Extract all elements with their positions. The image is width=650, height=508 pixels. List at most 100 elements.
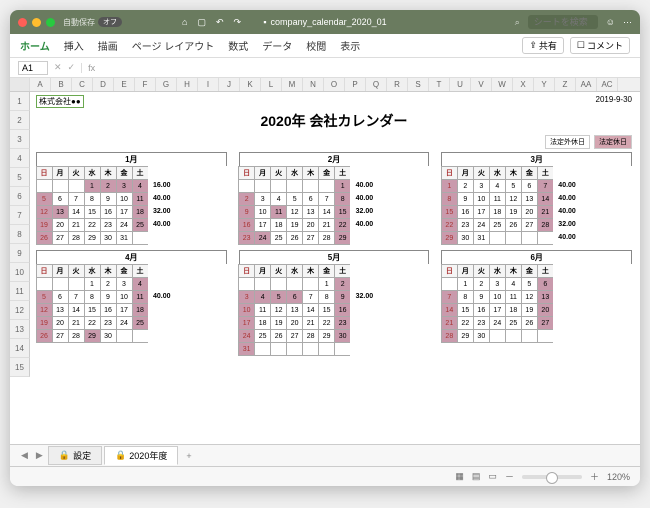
tab-draw[interactable]: 描画 (98, 38, 118, 53)
dow-cell: 火 (68, 264, 85, 278)
sheet-tab-2020[interactable]: 🔒2020年度 (104, 446, 178, 465)
user-icon[interactable]: ☺ (606, 17, 615, 27)
row-12[interactable]: 12 (10, 301, 30, 320)
col-V[interactable]: V (471, 78, 492, 91)
row-15[interactable]: 15 (10, 358, 30, 377)
col-G[interactable]: G (156, 78, 177, 91)
day-cell (441, 277, 458, 291)
tab-view[interactable]: 表示 (340, 38, 360, 53)
col-Z[interactable]: Z (555, 78, 576, 91)
row-4[interactable]: 4 (10, 149, 30, 168)
comment-button[interactable]: ☐コメント (570, 37, 630, 54)
tab-insert[interactable]: 挿入 (64, 38, 84, 53)
col-A[interactable]: A (30, 78, 51, 91)
row-10[interactable]: 10 (10, 263, 30, 282)
view-normal-icon[interactable]: ▦ (455, 471, 464, 482)
col-R[interactable]: R (387, 78, 408, 91)
day-cell: 27 (521, 218, 538, 232)
row-14[interactable]: 14 (10, 339, 30, 358)
view-layout-icon[interactable]: ▤ (472, 471, 481, 482)
day-cell: 11 (254, 303, 271, 317)
col-E[interactable]: E (114, 78, 135, 91)
cancel-icon[interactable]: ✕ (54, 62, 62, 73)
col-F[interactable]: F (135, 78, 156, 91)
tab-formulas[interactable]: 数式 (228, 38, 248, 53)
row-2[interactable]: 2 (10, 111, 30, 130)
row-9[interactable]: 9 (10, 244, 30, 263)
sheet-tab-settings[interactable]: 🔒設定 (48, 446, 102, 465)
undo-icon[interactable]: ↶ (216, 17, 224, 28)
day-cell: 15 (84, 205, 101, 219)
col-I[interactable]: I (198, 78, 219, 91)
search-input[interactable] (528, 15, 598, 29)
hours-cell (553, 316, 576, 330)
row-6[interactable]: 6 (10, 187, 30, 206)
col-U[interactable]: U (450, 78, 471, 91)
save-icon[interactable]: ▢ (197, 17, 206, 28)
col-S[interactable]: S (408, 78, 429, 91)
month-2月: 2月日月火水木金土140.00234567840.009101112131415… (239, 152, 430, 244)
add-sheet[interactable]: + (180, 449, 197, 463)
tab-home[interactable]: ホーム (20, 38, 50, 53)
row-13[interactable]: 13 (10, 320, 30, 339)
spreadsheet-grid[interactable]: 123456789101112131415 株式会社●● 2019-9-30 2… (10, 92, 640, 444)
col-P[interactable]: P (345, 78, 366, 91)
ribbon: ホーム 挿入 描画 ページ レイアウト 数式 データ 校閲 表示 ⇪共有 ☐コメ… (10, 34, 640, 58)
tab-review[interactable]: 校閲 (306, 38, 326, 53)
col-D[interactable]: D (93, 78, 114, 91)
col-AC[interactable]: AC (597, 78, 618, 91)
maximize-button[interactable] (46, 18, 55, 27)
day-cell: 13 (521, 192, 538, 206)
fx-label[interactable]: fx (81, 63, 632, 73)
day-cell: 5 (36, 290, 53, 304)
row-11[interactable]: 11 (10, 282, 30, 301)
view-break-icon[interactable]: ▭ (488, 471, 497, 482)
row-8[interactable]: 8 (10, 225, 30, 244)
zoom-out[interactable]: － (505, 470, 514, 483)
col-H[interactable]: H (177, 78, 198, 91)
tab-layout[interactable]: ページ レイアウト (132, 38, 215, 53)
hours-cell (148, 303, 171, 317)
confirm-icon[interactable]: ✓ (68, 62, 76, 73)
row-7[interactable]: 7 (10, 206, 30, 225)
next-sheet[interactable]: ▶ (33, 450, 46, 461)
col-Q[interactable]: Q (366, 78, 387, 91)
col-K[interactable]: K (240, 78, 261, 91)
day-cell: 18 (132, 205, 149, 219)
col-X[interactable]: X (513, 78, 534, 91)
col-T[interactable]: T (429, 78, 450, 91)
dow-cell: 火 (270, 166, 287, 180)
column-headers: ABCDEFGHIJKLMNOPQRSTUVWXYZAAAC (10, 78, 640, 92)
zoom-in[interactable]: ＋ (590, 470, 599, 483)
close-button[interactable] (18, 18, 27, 27)
col-Y[interactable]: Y (534, 78, 555, 91)
zoom-slider[interactable] (522, 475, 582, 479)
redo-icon[interactable]: ↷ (234, 17, 242, 28)
row-5[interactable]: 5 (10, 168, 30, 187)
autosave-toggle[interactable]: オフ (98, 17, 122, 27)
share-button[interactable]: ⇪共有 (522, 37, 564, 54)
day-cell: 11 (270, 205, 287, 219)
minimize-button[interactable] (32, 18, 41, 27)
dow-cell: 水 (489, 166, 506, 180)
col-L[interactable]: L (261, 78, 282, 91)
col-O[interactable]: O (324, 78, 345, 91)
cell-reference[interactable] (18, 61, 48, 75)
home-icon[interactable]: ⌂ (182, 17, 187, 28)
col-AA[interactable]: AA (576, 78, 597, 91)
day-cell: 12 (286, 205, 303, 219)
col-C[interactable]: C (72, 78, 93, 91)
col-J[interactable]: J (219, 78, 240, 91)
col-N[interactable]: N (303, 78, 324, 91)
col-B[interactable]: B (51, 78, 72, 91)
col-W[interactable]: W (492, 78, 513, 91)
row-1[interactable]: 1 (10, 92, 30, 111)
hours-cell (148, 231, 171, 245)
tab-data[interactable]: データ (262, 38, 292, 53)
row-3[interactable]: 3 (10, 130, 30, 149)
prev-sheet[interactable]: ◀ (18, 450, 31, 461)
day-cell: 7 (68, 290, 85, 304)
day-cell: 1 (457, 277, 474, 291)
more-icon[interactable]: ⋯ (623, 17, 632, 28)
col-M[interactable]: M (282, 78, 303, 91)
